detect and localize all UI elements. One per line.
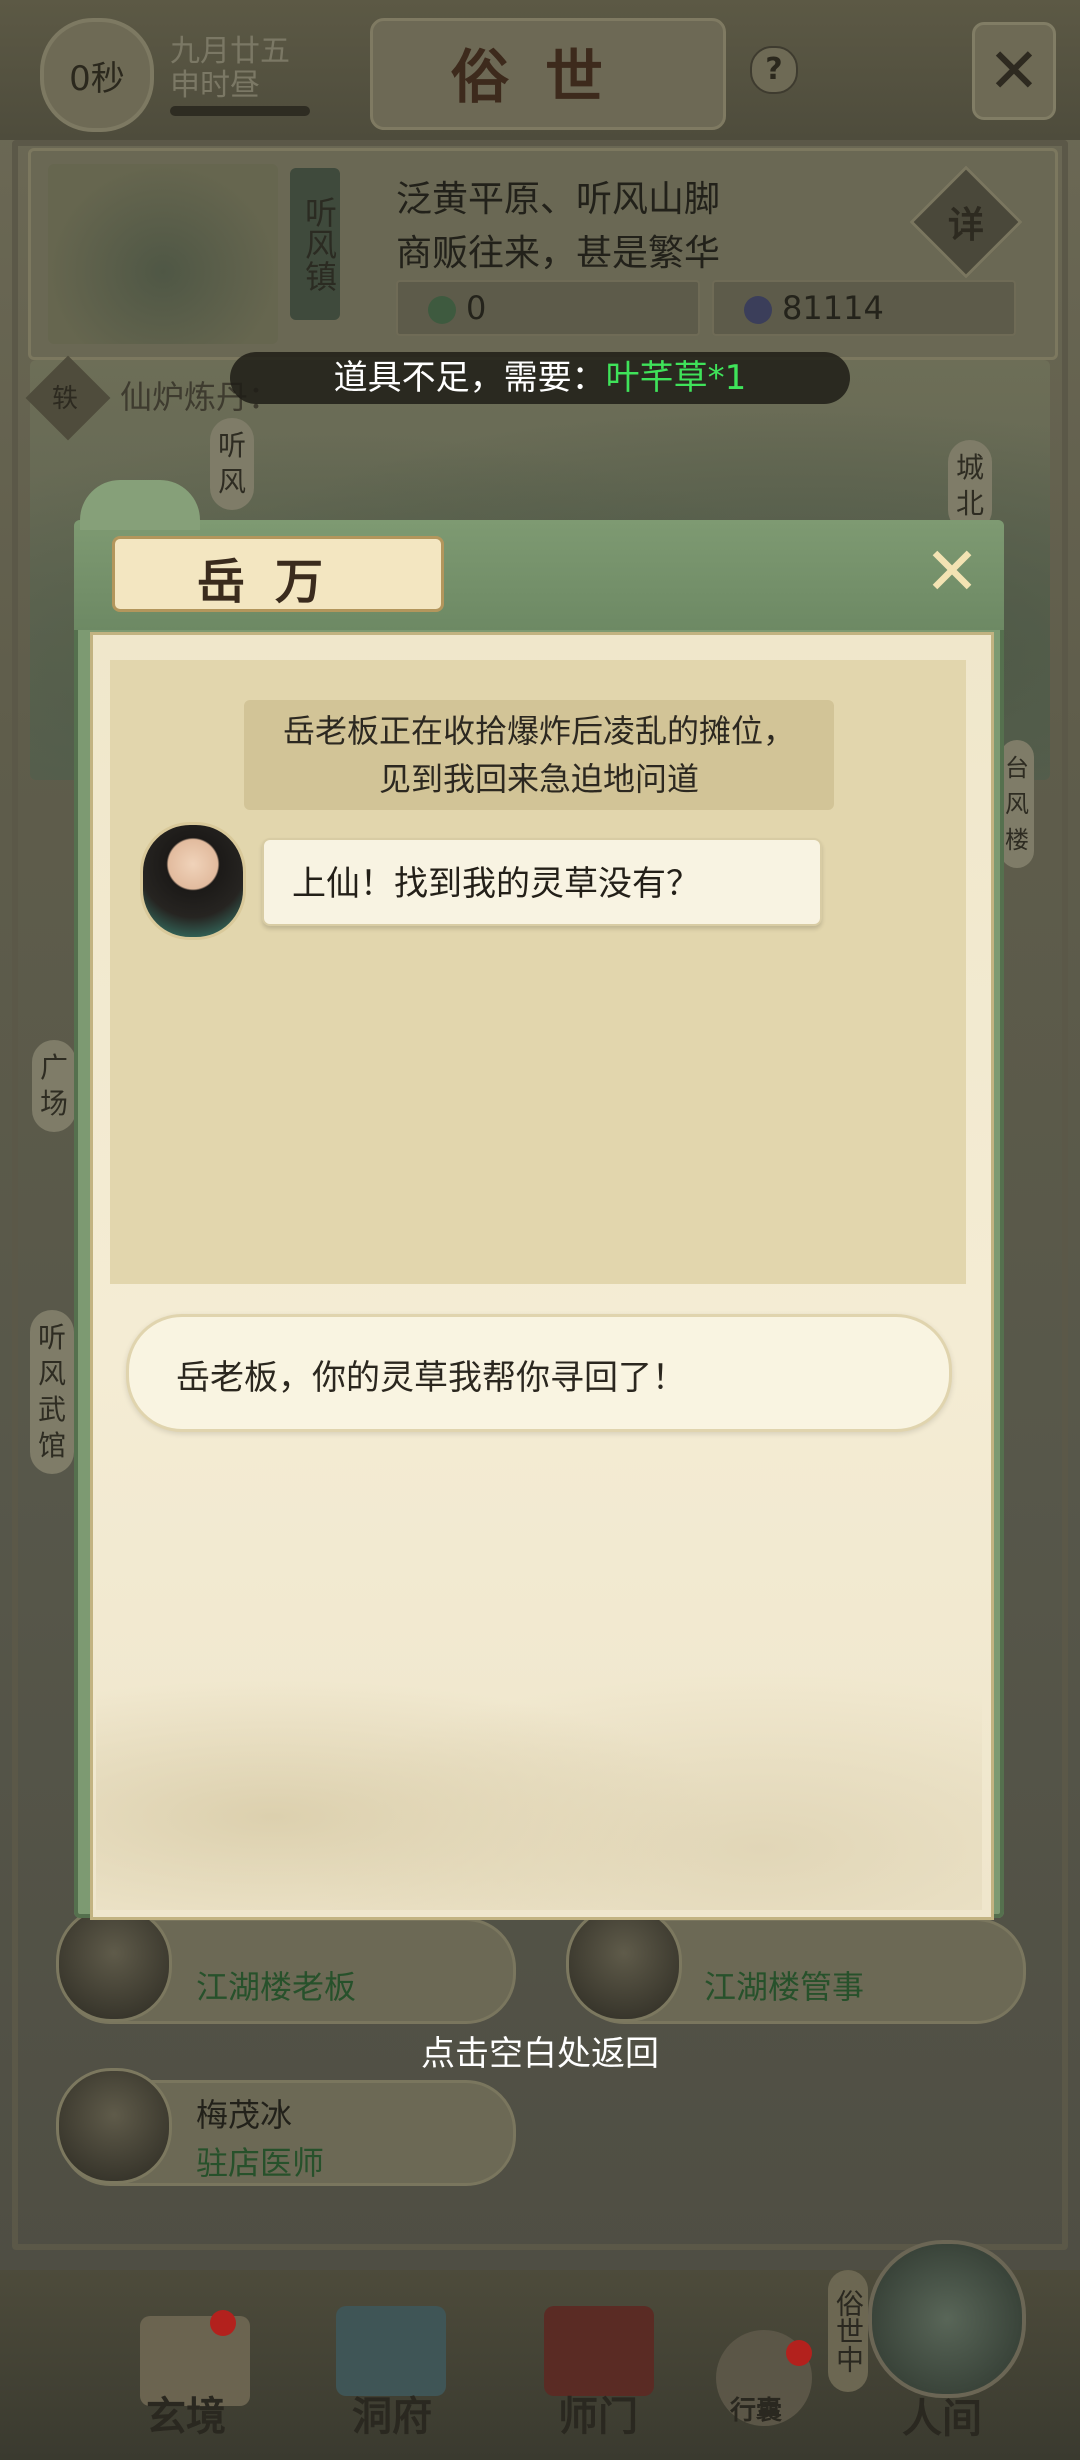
avatar	[566, 1906, 682, 2022]
sign-chengbei: 城北	[948, 440, 992, 532]
narration-line2: 见到我回来急迫地问道	[378, 760, 699, 798]
banner-icon[interactable]	[544, 2306, 654, 2396]
narration-line1: 岳老板正在收拾爆炸后凌乱的摊位，	[282, 712, 795, 750]
sign-wuguan: 听风武馆	[30, 1310, 74, 1474]
dialog-close-icon[interactable]: ✕	[920, 539, 984, 605]
jade-amount: 0	[466, 289, 487, 327]
jade-icon	[428, 296, 456, 324]
nav-dongfu[interactable]: 洞府	[322, 2384, 462, 2442]
toast-item: 叶芊草*1	[605, 358, 747, 398]
dialogue-choice-text[interactable]: 岳老板，你的灵草我帮你寻回了！	[176, 1350, 686, 1399]
sign-guangchang: 广场	[32, 1040, 76, 1132]
coin-icon	[744, 296, 772, 324]
town-name-banner: 听风镇	[290, 168, 340, 320]
location-description-line1: 泛黄平原、听风山脚	[396, 179, 721, 220]
pavilion-icon[interactable]	[336, 2306, 446, 2396]
nav-xingnang[interactable]: 行囊	[730, 2390, 782, 2427]
nav-xuanjing[interactable]: 玄境	[116, 2384, 256, 2442]
help-icon[interactable]: ?	[750, 46, 798, 94]
dialog-title: 岳万	[196, 554, 353, 610]
avatar	[56, 2068, 172, 2184]
jade-resource: 0	[396, 280, 700, 336]
sign-tingfeng: 听风	[210, 418, 254, 510]
timer-badge: 0秒	[40, 18, 154, 132]
nav-shimen[interactable]: 师门	[528, 2384, 668, 2442]
coin-resource: 81114	[712, 280, 1016, 336]
notification-badge	[210, 2310, 236, 2336]
page-title: 俗世	[450, 43, 639, 111]
notification-badge	[786, 2340, 812, 2366]
craft-badge-label: 轶	[52, 384, 79, 414]
sign-feng-lou: 台风楼	[1000, 740, 1034, 868]
detail-button-label: 详	[947, 204, 984, 246]
close-icon[interactable]: ✕	[972, 22, 1056, 120]
avatar	[140, 822, 246, 940]
location-description-line2: 商贩往来，甚是繁华	[396, 233, 721, 274]
npc-name: 梅茂冰	[196, 2096, 293, 2134]
npc-role: 驻店医师	[196, 2144, 325, 2182]
return-hint: 点击空白处返回	[421, 2034, 659, 2074]
time-progress-bar	[170, 106, 310, 116]
nav-renjian[interactable]: 人间	[872, 2386, 1012, 2444]
town-illustration	[48, 164, 278, 344]
avatar	[56, 1906, 172, 2022]
cloud-ornament	[80, 480, 200, 530]
status-tag: 俗世中	[828, 2270, 868, 2392]
coin-amount: 81114	[782, 289, 884, 327]
time-period-label: 申时昼	[170, 68, 260, 103]
npc-role: 江湖楼管事	[704, 1968, 865, 2006]
landscape-watermark	[96, 1600, 982, 1910]
speech-text: 上仙！找到我的灵草没有？	[292, 864, 700, 904]
npc-role: 江湖楼老板	[196, 1968, 357, 2006]
world-orb-icon[interactable]	[868, 2240, 1026, 2398]
toast-prefix: 道具不足，需要：	[333, 358, 606, 398]
toast-message: 道具不足，需要：叶芊草*1	[230, 356, 850, 400]
